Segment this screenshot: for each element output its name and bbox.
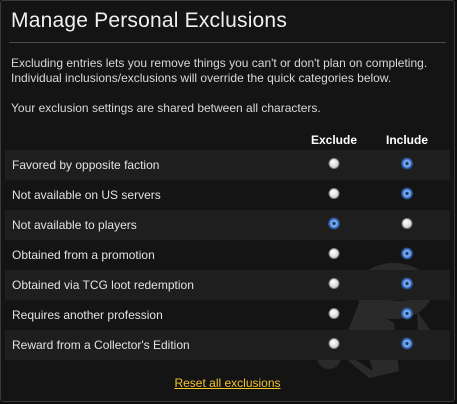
- include-radio[interactable]: [401, 218, 413, 229]
- reset-all-exclusions-link[interactable]: Reset all exclusions: [1, 376, 454, 390]
- include-radio[interactable]: [401, 278, 413, 289]
- exclusion-row-label: Requires another profession: [12, 308, 163, 322]
- exclusion-list: Favored by opposite faction Not available…: [5, 150, 450, 360]
- exclusion-row: Not available to players: [5, 210, 450, 240]
- exclude-column-header: Exclude: [310, 133, 358, 147]
- exclusion-row-label: Reward from a Collector's Edition: [12, 338, 190, 352]
- exclude-radio[interactable]: [328, 158, 340, 169]
- exclusion-row-label: Favored by opposite faction: [12, 158, 160, 172]
- exclusion-row: Obtained from a promotion: [5, 240, 450, 270]
- shared-note: Your exclusion settings are shared betwe…: [11, 101, 321, 115]
- include-radio[interactable]: [401, 338, 413, 349]
- exclusion-row: Reward from a Collector's Edition: [5, 330, 450, 360]
- include-column-header: Include: [385, 133, 429, 147]
- exclude-radio[interactable]: [328, 188, 340, 199]
- exclusions-panel: Manage Personal Exclusions Excluding ent…: [0, 0, 455, 402]
- exclusion-row-label: Obtained via TCG loot redemption: [12, 278, 194, 292]
- exclusion-row: Not available on US servers: [5, 180, 450, 210]
- include-radio[interactable]: [401, 308, 413, 319]
- exclude-radio[interactable]: [328, 338, 340, 349]
- exclude-radio[interactable]: [328, 218, 340, 229]
- exclusion-row-label: Not available to players: [12, 218, 137, 232]
- title-divider: [9, 42, 446, 43]
- exclusion-row: Favored by opposite faction: [5, 150, 450, 180]
- description-text: Excluding entries lets you remove things…: [11, 56, 428, 85]
- page-title: Manage Personal Exclusions: [11, 9, 288, 32]
- include-radio[interactable]: [401, 158, 413, 169]
- exclude-radio[interactable]: [328, 308, 340, 319]
- exclusion-row-label: Not available on US servers: [12, 188, 161, 202]
- exclusion-row: Obtained via TCG loot redemption: [5, 270, 450, 300]
- exclusion-row-label: Obtained from a promotion: [12, 248, 155, 262]
- exclusion-row: Requires another profession: [5, 300, 450, 330]
- include-radio[interactable]: [401, 248, 413, 259]
- exclude-radio[interactable]: [328, 278, 340, 289]
- include-radio[interactable]: [401, 188, 413, 199]
- exclude-radio[interactable]: [328, 248, 340, 259]
